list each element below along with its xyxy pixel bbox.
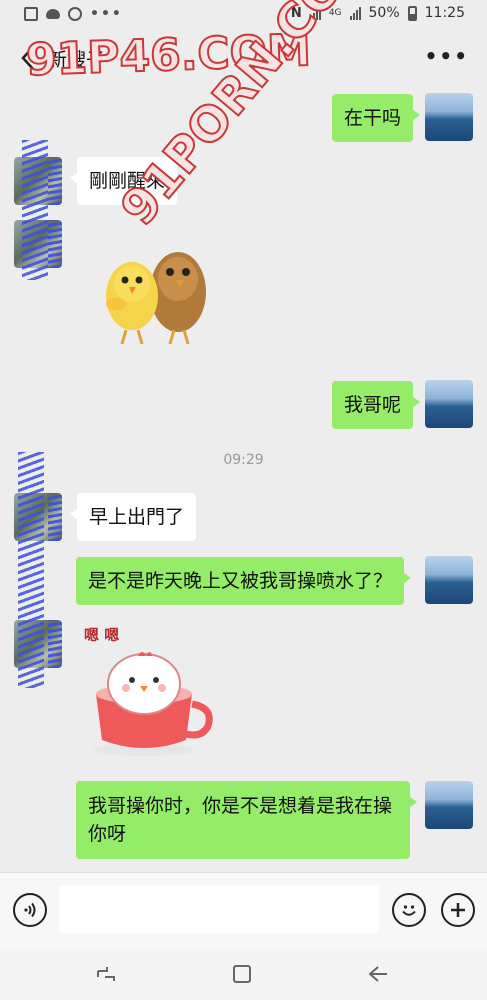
back-button[interactable] [14,44,42,72]
status-bar: ••• N 4G 50% 11:25 [0,0,487,30]
wifi-calling-icon [309,6,321,20]
battery-icon [407,5,417,21]
message-bubble-received[interactable]: 早上出門了 [69,493,197,541]
input-bar [0,872,487,948]
message-bubble-sent[interactable]: 是不是昨天晚上又被我哥操喷水了？ [76,557,412,605]
image-icon [24,7,38,21]
my-avatar[interactable] [425,556,473,604]
voice-button[interactable] [13,893,47,927]
message-bubble-sent[interactable]: 我哥呢 [332,381,421,429]
voice-icon [24,902,36,918]
recents-icon [97,967,115,981]
plus-button[interactable] [441,893,475,927]
nfc-icon: N [290,5,302,21]
recents-button[interactable] [92,960,120,988]
contact-avatar[interactable] [14,620,62,668]
my-avatar[interactable] [425,781,473,829]
system-back-button[interactable] [364,960,392,988]
signal-icon [349,6,361,20]
sync-icon [68,7,82,21]
two-chicks-hug-sticker[interactable] [96,234,214,352]
emoji-button[interactable] [392,893,426,927]
back-arrow-icon [368,966,387,982]
contact-avatar[interactable] [14,157,62,205]
contact-avatar[interactable] [14,493,62,541]
cloud-icon [46,9,60,19]
chat-header: 新嫂子 ••• [0,30,487,86]
chat-title: 新嫂子 [48,49,106,71]
emoji-icon [402,905,416,916]
sticker-cup-text: love [130,698,161,713]
plus-icon [451,903,465,917]
home-icon [233,965,251,983]
message-input[interactable] [59,885,379,933]
chevron-left-icon [21,46,34,70]
chick-in-cup-sticker[interactable]: 嗯 嗯 love [82,622,218,758]
contact-avatar[interactable] [14,220,62,268]
more-notifications-icon: ••• [90,6,123,22]
clock: 11:25 [424,5,465,21]
battery-percent: 50% [368,5,400,21]
system-nav-bar [0,948,487,1000]
home-button[interactable] [228,960,256,988]
my-avatar[interactable] [425,380,473,428]
more-dots-icon[interactable]: ••• [425,44,469,68]
message-bubble-sent[interactable]: 我哥操你时，你是不是想着是我在操你呀 [76,781,417,859]
message-bubble-received[interactable]: 剛剛醒來 [69,157,178,205]
message-bubble-sent[interactable]: 在干吗 [332,94,421,142]
network-type: 4G [328,8,342,18]
message-timestamp: 09:29 [223,452,264,468]
my-avatar[interactable] [425,93,473,141]
